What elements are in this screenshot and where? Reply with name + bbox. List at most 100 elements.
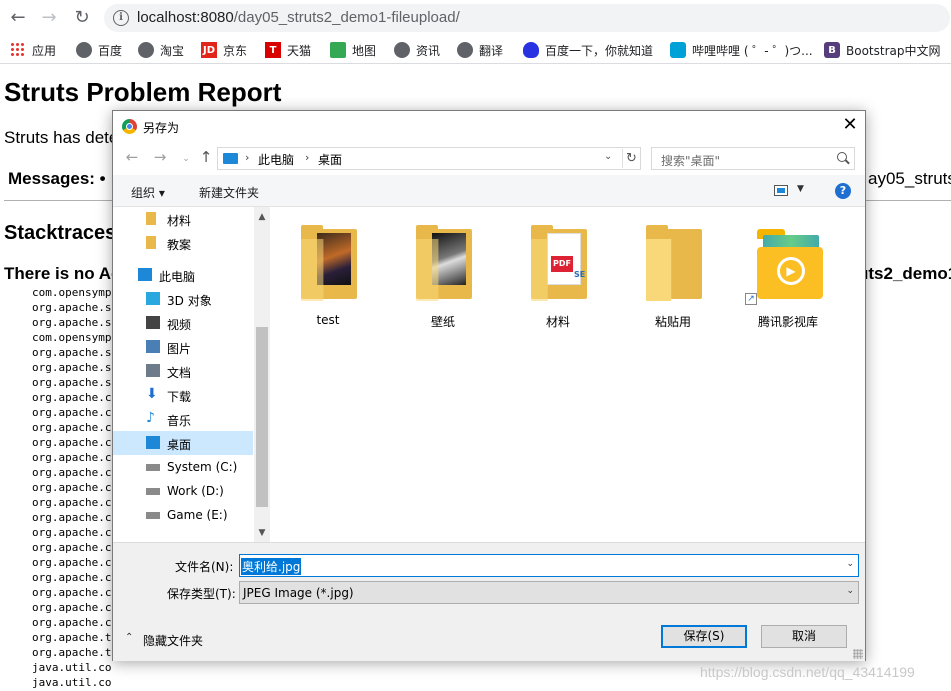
save-as-dialog: 另存为 ✕ ← → ⌄ ↑ › 此电脑 › 桌面 ⌄ ↻ 搜索"桌面" 组织 ▾… [112, 110, 866, 661]
dialog-address-bar[interactable]: › 此电脑 › 桌面 ⌄ ↻ [217, 147, 641, 170]
nav-item-label: 3D 对象 [167, 294, 212, 308]
nav-scrollbar-thumb[interactable] [256, 327, 268, 507]
chevron-down-icon[interactable]: ⌄ [846, 586, 854, 596]
bookmark-item[interactable]: JD 京东 [201, 41, 247, 59]
bookmark-item[interactable]: B Bootstrap中文网 [824, 41, 940, 59]
stack-trace-line: java.util.co [32, 661, 112, 674]
bookmark-label: 应用 [32, 43, 57, 58]
breadcrumb-desktop[interactable]: 桌面 [318, 151, 342, 168]
nav-item[interactable]: System (C:) [113, 455, 253, 479]
refresh-icon[interactable]: ↻ [622, 149, 640, 168]
file-item[interactable]: test [283, 225, 373, 335]
back-icon[interactable]: ← [123, 149, 141, 165]
back-icon[interactable]: ← [7, 7, 29, 29]
recent-locations-icon[interactable]: ⌄ [177, 151, 195, 167]
breadcrumb-this-pc[interactable]: 此电脑 [258, 151, 294, 168]
cancel-button[interactable]: 取消 [761, 625, 847, 648]
address-bar[interactable]: i localhost:8080/day05_struts2_demo1-fil… [104, 4, 950, 32]
messages-label: Messages: • [8, 169, 106, 188]
forward-icon[interactable]: → [38, 7, 60, 29]
document-icon [146, 364, 160, 377]
url-text[interactable]: localhost:8080/day05_struts2_demo1-fileu… [137, 9, 460, 26]
computer-icon [223, 153, 238, 164]
nav-item[interactable]: 图片 [113, 335, 253, 359]
breadcrumb-separator-icon: › [245, 151, 250, 164]
bookmark-item[interactable]: 哔哩哔哩 ( ゜- ゜)つ... [670, 41, 813, 59]
maps-icon [330, 42, 346, 58]
chevron-up-icon[interactable]: ⌃ [125, 632, 133, 643]
nav-item-label: 图片 [167, 342, 192, 356]
forward-icon[interactable]: → [151, 149, 169, 165]
nav-item[interactable]: Work (D:) [113, 479, 253, 503]
nav-item[interactable]: 此电脑 [113, 263, 253, 287]
reload-icon[interactable]: ↻ [71, 7, 93, 29]
hide-folders-toggle[interactable]: 隐藏文件夹 [143, 632, 203, 649]
download-arrow-icon: ⬇ [146, 386, 158, 402]
bookmark-item[interactable]: 资讯 [394, 41, 440, 59]
video-icon [146, 316, 160, 329]
bookmark-item[interactable]: 百度 [76, 41, 122, 59]
bookmark-item[interactable]: T 天猫 [265, 41, 311, 59]
messages-text: ay05_struts [868, 169, 951, 188]
bookmark-item[interactable]: 淘宝 [138, 41, 184, 59]
file-item[interactable]: 壁纸 [398, 225, 488, 335]
bookmark-item[interactable]: 应用 [10, 41, 56, 59]
filetype-select[interactable]: JPEG Image (*.jpg) ⌄ [239, 581, 859, 604]
folder-with-documents-icon: PDF SE [531, 225, 587, 301]
drive-icon [146, 488, 160, 495]
globe-icon [394, 42, 410, 58]
filename-field[interactable]: 奥利给.jpg ⌄ [239, 554, 859, 577]
filename-label: 文件名(N): [175, 560, 234, 574]
file-item[interactable]: PDF SE 材料 [513, 225, 603, 335]
nav-item[interactable]: ⬇ 下载 [113, 383, 253, 407]
nav-item[interactable]: 桌面 [113, 431, 253, 455]
folder-icon [146, 236, 156, 249]
stack-trace-line: java.util.co [32, 676, 112, 689]
nav-item-label: System (C:) [167, 460, 238, 474]
resize-grip-icon[interactable] [853, 649, 863, 659]
up-folder-icon[interactable]: ↑ [197, 149, 215, 165]
nav-item-label: 视频 [167, 318, 192, 332]
help-icon[interactable]: ? [835, 183, 851, 199]
search-input[interactable]: 搜索"桌面" [651, 147, 855, 170]
nav-item-label: 下载 [167, 390, 192, 404]
folder-with-images-icon [416, 225, 472, 301]
bookmarks-bar: 应用 百度 淘宝 JD 京东 T 天猫 地图 资讯 翻译 百度一下，你就知道 哔哩哔哩 ( ゜- ゜)… [0, 36, 951, 64]
command-bar: 组织 ▾ 新建文件夹 ▼ ? [113, 175, 865, 207]
nav-item[interactable]: 视频 [113, 311, 253, 335]
nav-item-label: 文档 [167, 366, 192, 380]
nav-item[interactable]: 3D 对象 [113, 287, 253, 311]
file-item[interactable]: ▶ ↗ 腾讯影视库 [743, 225, 833, 335]
dialog-title: 另存为 [143, 121, 180, 135]
nav-item[interactable]: 教案 [113, 231, 253, 255]
nav-item-label: 教案 [167, 238, 192, 252]
tencent-video-shortcut-icon: ▶ [757, 229, 823, 301]
nav-item[interactable]: ♪ 音乐 [113, 407, 253, 431]
no-action-heading-tail: uts2_demo1 [858, 264, 951, 283]
nav-item[interactable]: Game (E:) [113, 503, 253, 527]
nav-item[interactable]: 材料 [113, 207, 253, 231]
scroll-down-icon[interactable]: ▼ [254, 525, 270, 541]
file-item[interactable]: 粘贴用 [628, 225, 718, 335]
chevron-down-icon[interactable]: ⌄ [604, 151, 612, 162]
globe-icon [457, 42, 473, 58]
save-button[interactable]: 保存(S) [661, 625, 747, 648]
page-title: Struts Problem Report [4, 77, 282, 107]
bookmark-item[interactable]: 百度一下，你就知道 [523, 41, 653, 59]
no-action-heading: There is no Ac [4, 264, 121, 283]
bookmark-item[interactable]: 地图 [330, 41, 376, 59]
search-icon [837, 152, 847, 162]
view-options-icon[interactable] [774, 185, 788, 196]
new-folder-button[interactable]: 新建文件夹 [199, 184, 259, 201]
folder-icon [146, 212, 156, 225]
scroll-up-icon[interactable]: ▲ [254, 209, 270, 225]
chevron-down-icon[interactable]: ▼ [797, 184, 804, 194]
close-icon[interactable]: ✕ [835, 111, 865, 141]
filetype-label: 保存类型(T): [167, 587, 236, 601]
chevron-down-icon[interactable]: ⌄ [846, 559, 854, 569]
site-info-icon[interactable]: i [113, 10, 129, 26]
dialog-titlebar[interactable]: 另存为 ✕ [113, 111, 865, 141]
nav-item[interactable]: 文档 [113, 359, 253, 383]
organize-button[interactable]: 组织 ▾ [131, 184, 165, 201]
bookmark-item[interactable]: 翻译 [457, 41, 503, 59]
